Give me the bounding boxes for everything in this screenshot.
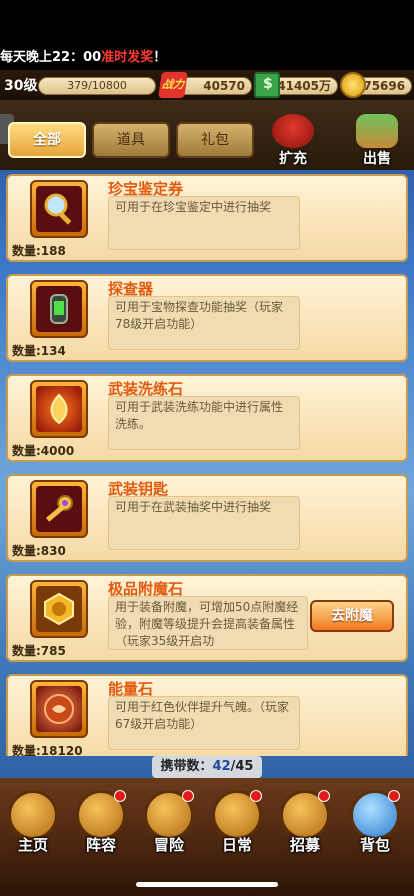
nav-label: 日常 [221,836,252,854]
enchant-stone-icon [36,586,82,632]
carry-capacity: 携带数：42/45 [152,756,262,778]
notification-dot [318,790,330,802]
exp-bar: 379/10800 [38,77,156,95]
expand-button[interactable]: 扩充 [262,112,324,168]
notification-dot [182,790,194,802]
coin-icon [340,72,366,98]
magnifier-icon [36,186,82,232]
nav-label: 招募 [289,836,320,854]
nav-home[interactable]: 主页 [2,790,64,860]
cash-value: 41405万 [270,77,338,95]
tab-items[interactable]: 道具 [92,122,170,158]
item-description: 可用于在珍宝鉴定中进行抽奖 [108,196,300,250]
item-icon-frame [30,280,88,338]
item-quantity: 数量:18120 [12,744,83,756]
battle-power-icon: 战力 [158,72,188,98]
notification-dot [250,790,262,802]
nav-label: 背包 [359,836,390,854]
item-card-energy-stone[interactable]: 数量:18120 能量石 可用于红色伙伴提升气魄。（玩家67级开启功能） [6,674,408,756]
carry-current: 42 [212,759,231,774]
carry-max: /45 [230,759,254,774]
item-card-enchant-stone[interactable]: 数量:785 极品附魔石 用于装备附魔，可增加50点附魔经验，附魔等级提升会提高… [6,574,408,662]
sell-label: 出售 [363,151,391,167]
carry-label: 携带数： [160,759,213,774]
ticker-highlight: 准时发奖 [101,50,154,65]
item-description: 可用于武装洗练功能中进行属性洗练。 [108,396,300,450]
energy-orb-icon [36,686,82,732]
battle-power-value: 40570 [176,77,252,95]
item-icon-frame [30,480,88,538]
nav-label: 冒险 [153,836,184,854]
item-quantity: 数量:830 [12,544,66,558]
notification-dot [388,790,400,802]
item-icon-frame [30,580,88,638]
item-quantity: 数量:785 [12,644,66,658]
item-list[interactable]: 数量:188 珍宝鉴定券 可用于在珍宝鉴定中进行抽奖 数量:134 探查器 可用… [0,170,414,756]
flame-stone-icon [36,386,82,432]
item-card-treasure-ticket[interactable]: 数量:188 珍宝鉴定券 可用于在珍宝鉴定中进行抽奖 [6,174,408,262]
item-card-refine-stone[interactable]: 数量:4000 武装洗练石 可用于武装洗练功能中进行属性洗练。 [6,374,408,462]
key-icon [36,486,82,532]
announcement-ticker: 每天晚上22：00准时发奖！ [0,46,414,70]
player-level: 30级 [4,78,38,94]
item-icon-frame [30,180,88,238]
nav-lineup[interactable]: 阵容 [70,790,132,860]
item-card-armament-key[interactable]: 数量:830 武装钥匙 可用于在武装抽奖中进行抽奖 [6,474,408,562]
item-icon-frame [30,380,88,438]
top-status-area [0,0,414,46]
player-status-bar: 30级 379/10800 40570 战力 41405万 675696 [0,70,414,100]
tab-gift-packs[interactable]: 礼包 [176,122,254,158]
nav-label: 主页 [17,836,48,854]
item-quantity: 数量:188 [12,244,66,258]
sell-button[interactable]: 出售 [346,112,408,168]
item-icon-frame [30,680,88,738]
item-description: 可用于宝物探查功能抽奖（玩家78级开启功能） [108,296,300,350]
item-quantity: 数量:4000 [12,444,75,458]
bag-expand-icon [272,114,314,148]
nav-daily[interactable]: 日常 [206,790,268,860]
item-description: 用于装备附魔，可增加50点附魔经验，附魔等级提升会提高装备属性（玩家35级开启功 [108,596,308,650]
ticker-suffix: ！ [153,50,167,65]
go-enchant-button[interactable]: 去附魔 [310,600,394,632]
nav-backpack[interactable]: 背包 [344,790,406,860]
nav-recruit[interactable]: 招募 [274,790,336,860]
treasure-chest-icon [356,114,398,148]
nav-label: 阵容 [85,836,116,854]
item-description: 可用于红色伙伴提升气魄。（玩家67级开启功能） [108,696,300,750]
ticker-prefix: 每天晚上22：00 [0,50,102,65]
item-quantity: 数量:134 [12,344,66,358]
notification-dot [114,790,126,802]
expand-label: 扩充 [279,151,307,167]
item-description: 可用于在武装抽奖中进行抽奖 [108,496,300,550]
home-indicator[interactable] [136,882,278,887]
home-icon [8,790,58,840]
item-card-detector[interactable]: 数量:134 探查器 可用于宝物探查功能抽奖（玩家78级开启功能） [6,274,408,362]
cash-icon [254,72,280,98]
detector-icon [36,286,82,332]
nav-adventure[interactable]: 冒险 [138,790,200,860]
tab-all[interactable]: 全部 [8,122,86,158]
